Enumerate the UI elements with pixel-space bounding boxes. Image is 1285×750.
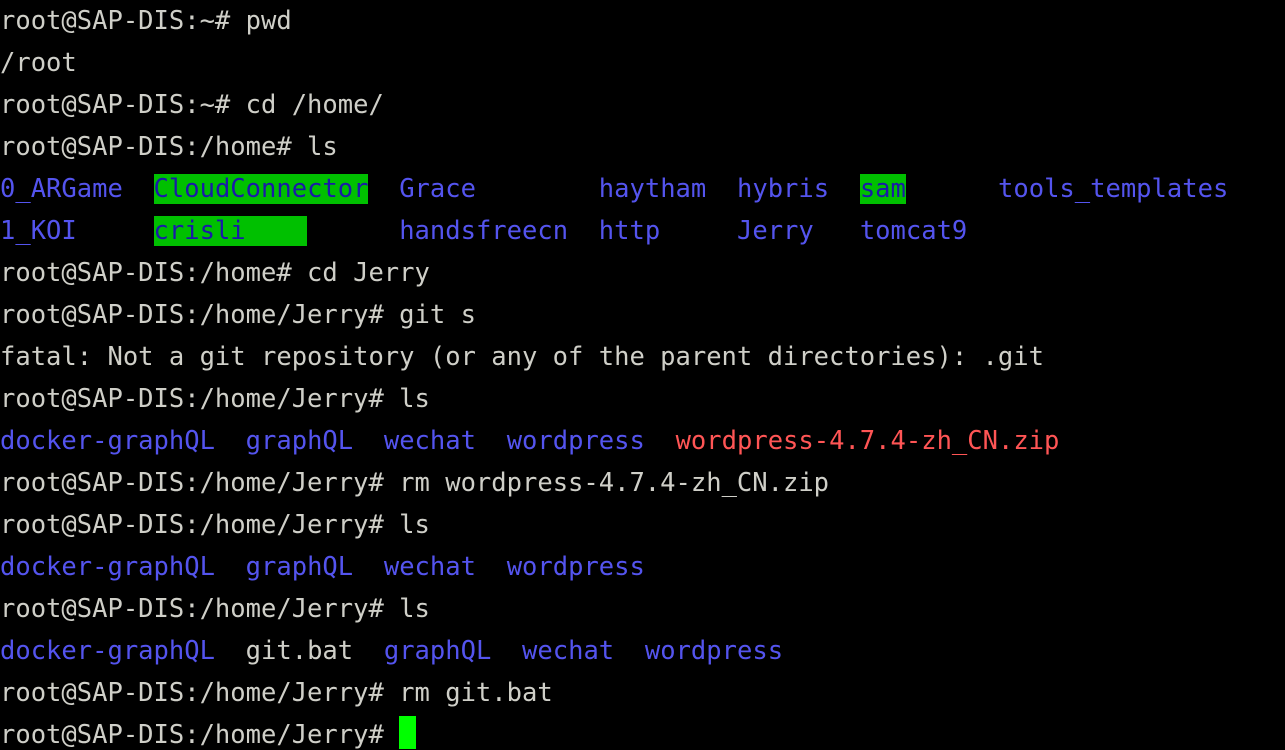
ls-entry-directory: Jerry [736,216,814,246]
shell-command: ls [399,594,430,624]
ls-column-gap [476,552,507,582]
ls-entry-sticky: CloudConnector [153,174,369,204]
terminal-line: root@SAP-DIS:/home/Jerry# rm git.bat [0,672,1285,714]
shell-command: pwd [245,6,292,36]
shell-prompt: root@SAP-DIS:/home# [0,132,308,162]
shell-command: ls [399,384,430,414]
ls-column-gap [476,174,599,204]
ls-column-gap [706,174,737,204]
ls-column-gap [906,174,998,204]
ls-entry-directory: wechat [383,426,476,456]
ls-entry-directory: wordpress [506,426,645,456]
terminal-line: docker-graphQL graphQL wechat wordpress … [0,420,1285,462]
shell-command: git s [399,300,476,330]
ls-column-gap [645,426,676,456]
terminal-line: root@SAP-DIS:/home/Jerry# git s [0,294,1285,336]
shell-command: rm wordpress-4.7.4-zh_CN.zip [399,468,830,498]
ls-entry-directory: graphQL [245,552,354,582]
terminal-line: root@SAP-DIS:/home/Jerry# rm wordpress-4… [0,462,1285,504]
ls-entry-directory: haytham [598,174,707,204]
ls-column-gap [614,636,645,666]
ls-entry-directory: 1_KOI [0,216,77,246]
ls-column-gap [215,426,246,456]
ls-column-gap [353,426,384,456]
ls-column-gap [660,216,737,246]
terminal-line: 0_ARGame CloudConnector Grace haytham hy… [0,168,1285,210]
terminal-line: root@SAP-DIS:/home/Jerry# ls [0,588,1285,630]
shell-prompt: root@SAP-DIS:/home# [0,258,308,288]
ls-column-gap [814,216,860,246]
ls-entry-directory: tools_templates [998,174,1229,204]
ls-entry-sticky: sam [859,174,906,204]
shell-command: rm git.bat [399,678,553,708]
shell-prompt: root@SAP-DIS:/home/Jerry# [0,510,400,540]
ls-entry-directory: hybris [736,174,830,204]
ls-entry-directory: wordpress [644,636,784,666]
ls-column-gap [77,216,154,246]
terminal-line: docker-graphQL graphQL wechat wordpress [0,546,1285,588]
terminal-line: root@SAP-DIS:/home/Jerry# ls [0,378,1285,420]
terminal-screen[interactable]: root@SAP-DIS:~# pwd/root root@SAP-DIS:~# … [0,0,1285,750]
ls-entry-directory: docker-graphQL [0,636,215,666]
shell-prompt: root@SAP-DIS:/home/Jerry# [0,384,400,414]
shell-prompt: root@SAP-DIS:~# [0,90,246,120]
command-output: fatal: Not a git repository (or any of t… [0,342,1044,372]
command-output: /root [0,48,77,78]
ls-entry-directory: handsfreecn [399,216,569,246]
ls-entry-directory: http [598,216,661,246]
ls-column-gap [829,174,860,204]
shell-command: ls [307,132,338,162]
shell-command: ls [399,510,430,540]
ls-column-gap [476,426,507,456]
terminal-line: root@SAP-DIS:~# cd /home/ [0,84,1285,126]
shell-prompt: root@SAP-DIS:/home/Jerry# [0,594,400,624]
terminal-line: fatal: Not a git repository (or any of t… [0,336,1285,378]
ls-entry-directory: graphQL [383,636,492,666]
ls-entry-sticky: crisli [153,216,308,246]
ls-entry-directory: 0_ARGame [0,174,123,204]
terminal-line: root@SAP-DIS:/home# cd Jerry [0,252,1285,294]
shell-prompt: root@SAP-DIS:/home/Jerry# [0,678,400,708]
ls-entry-directory: wordpress [506,552,645,582]
ls-column-gap [215,636,246,666]
ls-entry-directory: Grace [399,174,476,204]
terminal-line: root@SAP-DIS:/home/Jerry# ls [0,504,1285,546]
shell-prompt: root@SAP-DIS:~# [0,6,246,36]
ls-column-gap [123,174,154,204]
ls-entry-directory: tomcat9 [859,216,968,246]
ls-column-gap [568,216,599,246]
ls-entry-directory: docker-graphQL [0,426,215,456]
ls-entry-directory: graphQL [245,426,354,456]
ls-column-gap [215,552,246,582]
ls-entry-directory: wechat [383,552,476,582]
ls-column-gap [368,174,399,204]
ls-column-gap [307,216,399,246]
ls-column-gap [353,552,384,582]
ls-entry-directory: wechat [522,636,615,666]
ls-entry-archive: wordpress-4.7.4-zh_CN.zip [675,426,1060,456]
terminal-line: /root [0,42,1285,84]
terminal-line: 1_KOI crisli handsfreecn http Jerry tomc… [0,210,1285,252]
terminal-line: root@SAP-DIS:/home/Jerry# [0,714,1285,750]
shell-prompt: root@SAP-DIS:/home/Jerry# [0,720,400,750]
ls-column-gap [491,636,522,666]
shell-prompt: root@SAP-DIS:/home/Jerry# [0,468,400,498]
ls-column-gap [353,636,384,666]
shell-command: cd /home/ [245,90,384,120]
terminal-line: docker-graphQL git.bat graphQL wechat wo… [0,630,1285,672]
shell-command: cd Jerry [307,258,430,288]
ls-entry-directory: docker-graphQL [0,552,215,582]
ls-entry-file: git.bat [245,636,354,666]
shell-prompt: root@SAP-DIS:/home/Jerry# [0,300,400,330]
terminal-cursor [399,716,417,749]
terminal-line: root@SAP-DIS:/home# ls [0,126,1285,168]
terminal-line: root@SAP-DIS:~# pwd [0,0,1285,42]
